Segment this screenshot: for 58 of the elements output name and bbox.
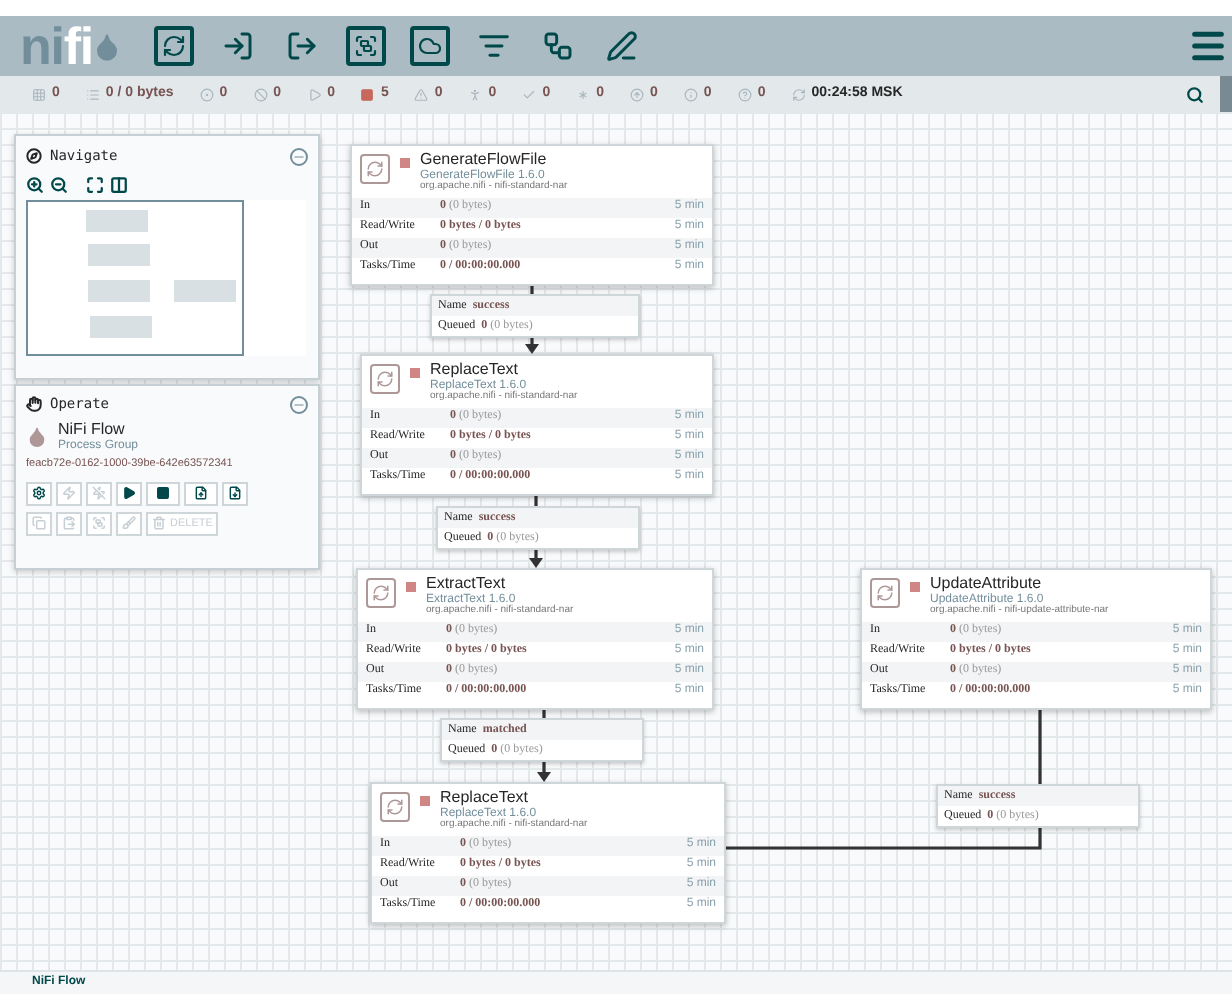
arrow-circle-icon — [630, 87, 645, 101]
not-transmitting-icon — [253, 87, 268, 101]
template-icon — [194, 486, 209, 501]
asterisk-icon — [576, 87, 591, 101]
play-icon — [307, 87, 322, 101]
hand-icon — [26, 396, 42, 412]
processor-icon — [370, 364, 400, 394]
refresh-icon — [791, 87, 806, 101]
stop-icon — [156, 486, 171, 501]
question-icon — [737, 87, 752, 101]
trash-icon — [152, 516, 166, 531]
info-icon — [683, 87, 698, 101]
processor-icon — [360, 154, 390, 184]
processor-name: ReplaceText — [440, 790, 531, 807]
zoom-in-icon[interactable] — [26, 176, 44, 194]
template-icon — [228, 486, 243, 501]
transmitting-icon — [199, 87, 214, 101]
group-icon — [92, 516, 106, 531]
search-icon[interactable] — [1186, 85, 1204, 103]
grid-icon — [32, 87, 46, 101]
stop-button[interactable] — [146, 481, 181, 506]
settings-icon — [32, 486, 46, 501]
processor-name: UpdateAttribute — [930, 576, 1044, 593]
drop-icon — [26, 426, 48, 449]
processor-icon — [870, 578, 900, 608]
warning-icon — [414, 87, 429, 101]
template-button[interactable] — [222, 481, 249, 506]
stop-icon — [360, 87, 375, 101]
brush-icon — [122, 516, 136, 531]
panel-toggle[interactable] — [1220, 76, 1232, 112]
process-group-icon[interactable] — [346, 26, 387, 66]
fit-icon[interactable] — [86, 176, 104, 194]
processor-icon — [380, 792, 410, 822]
settings-button[interactable] — [26, 481, 52, 506]
collapse-button[interactable] — [290, 395, 308, 413]
lightning-icon — [62, 486, 76, 501]
play-icon — [122, 486, 136, 501]
template-button[interactable] — [184, 481, 219, 506]
label-icon[interactable] — [602, 26, 643, 66]
paste-icon — [62, 516, 76, 531]
list-icon — [85, 87, 100, 101]
processor-name: ReplaceText — [430, 362, 521, 379]
remote-group-icon[interactable] — [410, 26, 451, 66]
compass-icon — [26, 148, 42, 164]
check-icon — [522, 87, 537, 101]
zoom-out-icon[interactable] — [50, 176, 68, 194]
processor-icon[interactable] — [154, 26, 195, 66]
group-name: NiFi Flow — [58, 422, 127, 439]
collapse-button[interactable] — [290, 147, 308, 165]
play-button[interactable] — [116, 481, 142, 506]
menu-icon[interactable] — [1188, 26, 1228, 66]
drop-icon — [92, 31, 123, 61]
processor-name: GenerateFlowFile — [420, 152, 549, 169]
copy-icon — [32, 516, 46, 531]
logo-text: nifi — [20, 20, 93, 72]
processor-icon — [366, 578, 396, 608]
actual-size-icon[interactable] — [110, 176, 128, 194]
processor-name: ExtractText — [426, 576, 508, 593]
